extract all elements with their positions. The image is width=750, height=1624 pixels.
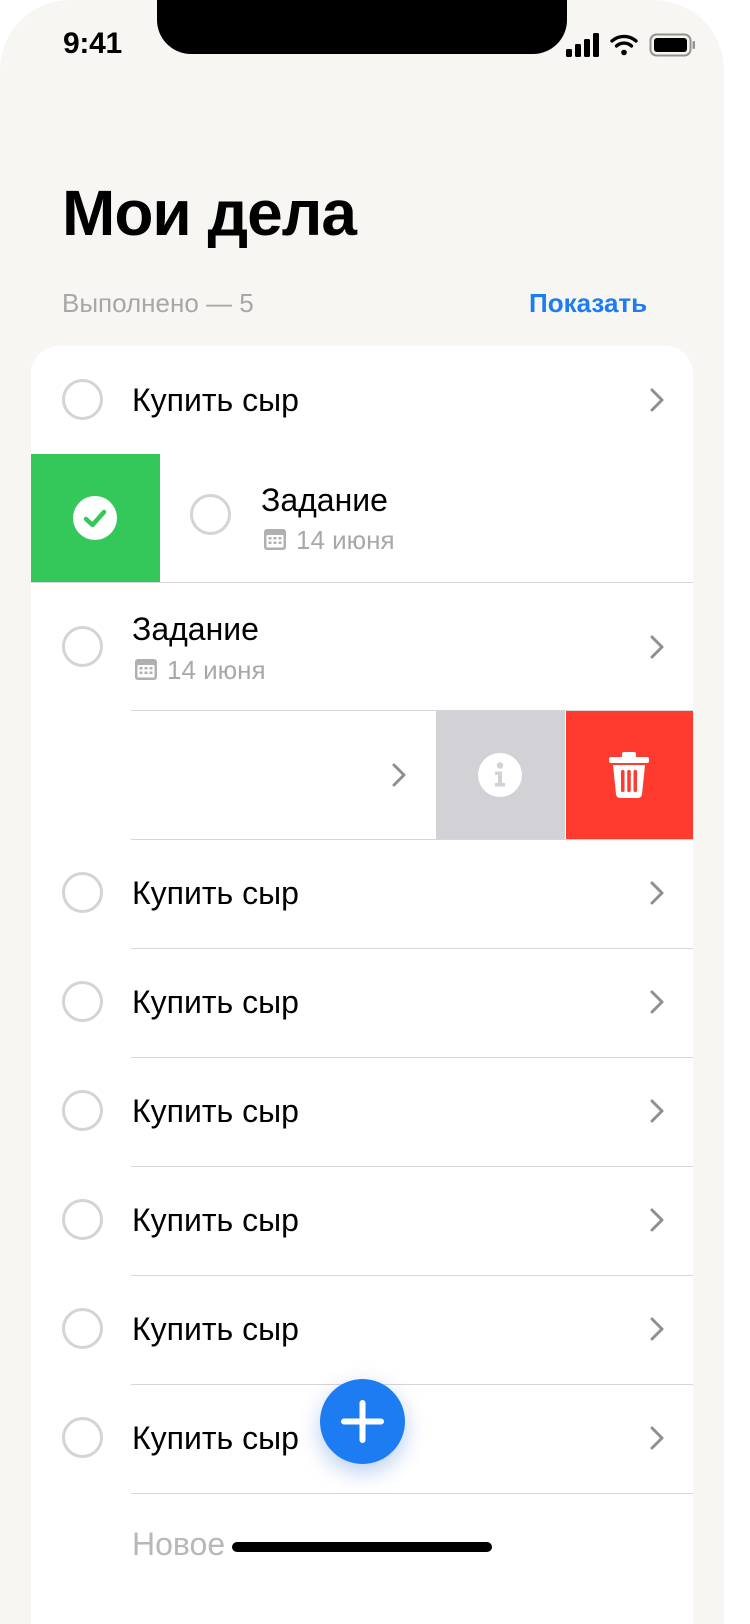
chevron-right-icon bbox=[650, 388, 664, 412]
trash-icon bbox=[609, 752, 649, 798]
complete-checkbox[interactable] bbox=[62, 872, 103, 913]
home-indicator bbox=[232, 1542, 492, 1552]
status-icons bbox=[566, 33, 695, 57]
mark-done-swipe-button[interactable] bbox=[31, 454, 160, 582]
plus-icon bbox=[341, 1400, 384, 1443]
checkmark-badge-icon bbox=[73, 496, 117, 540]
task-row[interactable]: Купить сыр bbox=[31, 1167, 693, 1275]
task-row[interactable]: Купить сыр bbox=[31, 346, 693, 454]
complete-checkbox[interactable] bbox=[62, 1090, 103, 1131]
task-row-swiped[interactable]: Задание 14 июня bbox=[160, 454, 693, 582]
new-task-input[interactable]: Новое bbox=[132, 1526, 225, 1563]
chevron-right-icon bbox=[650, 1317, 664, 1341]
chevron-right-icon bbox=[650, 1208, 664, 1232]
task-row[interactable]: Купить сыр bbox=[31, 840, 693, 948]
page-title: Мои дела bbox=[62, 177, 357, 249]
task-title: Купить сыр bbox=[132, 875, 299, 911]
task-title: Задание bbox=[261, 482, 388, 518]
task-title: Задание bbox=[132, 611, 259, 647]
chevron-right-icon bbox=[650, 881, 664, 905]
chevron-right-icon bbox=[392, 763, 406, 787]
task-row[interactable]: Купить сыр bbox=[31, 949, 693, 1057]
task-row[interactable]: Купить сыр bbox=[31, 1058, 693, 1166]
complete-checkbox[interactable] bbox=[62, 626, 103, 667]
complete-checkbox[interactable] bbox=[62, 1199, 103, 1240]
delete-swipe-button[interactable] bbox=[566, 711, 693, 839]
task-title: Купить сыр bbox=[132, 984, 299, 1020]
calendar-icon bbox=[135, 659, 157, 680]
cellular-signal-icon bbox=[566, 33, 599, 57]
task-row-swiped[interactable] bbox=[31, 711, 436, 839]
task-title: Купить сыр bbox=[132, 382, 299, 418]
chevron-right-icon bbox=[650, 1426, 664, 1450]
task-row[interactable]: Задание 14 июня bbox=[31, 583, 693, 711]
task-title: Купить сыр bbox=[132, 1420, 299, 1456]
task-row[interactable]: Купить сыр bbox=[31, 1276, 693, 1384]
chevron-right-icon bbox=[650, 635, 664, 659]
chevron-right-icon bbox=[650, 990, 664, 1014]
complete-checkbox[interactable] bbox=[62, 981, 103, 1022]
task-date: 14 июня bbox=[296, 525, 395, 555]
add-task-button[interactable] bbox=[320, 1379, 405, 1464]
info-swipe-button[interactable] bbox=[436, 711, 565, 839]
complete-checkbox[interactable] bbox=[190, 494, 231, 535]
task-title: Купить сыр bbox=[132, 1093, 299, 1129]
done-count-label: Выполнено — 5 bbox=[62, 288, 254, 318]
battery-icon bbox=[649, 33, 695, 57]
task-title: Купить сыр bbox=[132, 1311, 299, 1347]
calendar-icon bbox=[264, 529, 286, 550]
row-divider bbox=[131, 1493, 693, 1494]
chevron-right-icon bbox=[650, 1099, 664, 1123]
complete-checkbox[interactable] bbox=[62, 379, 103, 420]
wifi-icon bbox=[610, 34, 638, 56]
complete-checkbox[interactable] bbox=[62, 1308, 103, 1349]
info-icon bbox=[478, 753, 522, 797]
task-date: 14 июня bbox=[167, 655, 266, 685]
app-screen: 9:41 Мои дела Выполнено — 5 Показать Куп… bbox=[0, 0, 724, 1624]
status-time: 9:41 bbox=[63, 27, 122, 60]
show-done-button[interactable]: Показать bbox=[529, 288, 647, 319]
device-notch bbox=[157, 0, 567, 54]
complete-checkbox[interactable] bbox=[62, 1417, 103, 1458]
task-title: Купить сыр bbox=[132, 1202, 299, 1238]
